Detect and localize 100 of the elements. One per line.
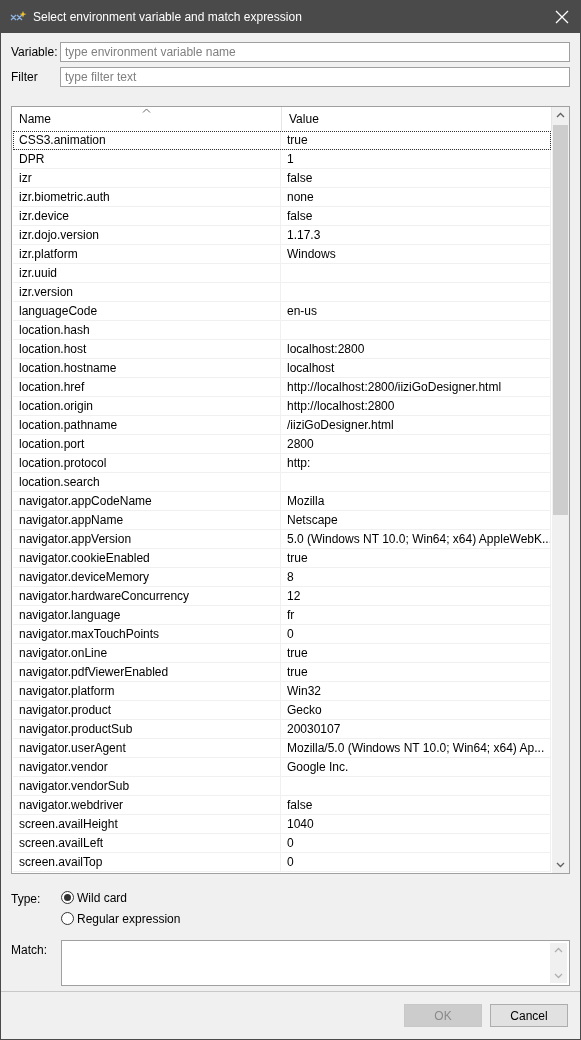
table-cell: izr.dojo.version (13, 226, 281, 245)
table-row[interactable]: navigator.platform Win32 (13, 682, 551, 701)
table-cell: screen.availLeft (13, 834, 281, 853)
table-cell: DPR (13, 150, 281, 169)
table-row[interactable]: izr.device false (13, 207, 551, 226)
table-row[interactable]: navigator.vendorSub (13, 777, 551, 796)
window-title: Select environment variable and match expression (33, 10, 303, 24)
radio-label[interactable]: Regular expression (77, 911, 181, 926)
table-cell: izr.version (13, 283, 281, 302)
table-cell: Windows (281, 245, 551, 264)
table-cell: true (281, 663, 551, 682)
table-row[interactable]: screen.availTop 0 (13, 853, 551, 872)
table-cell: location.pathname (13, 416, 281, 435)
filter-input[interactable]: type filter text (60, 67, 570, 87)
variable-input[interactable]: type environment variable name (60, 42, 570, 62)
table-row[interactable]: navigator.pdfViewerEnabled true (13, 663, 551, 682)
table-row[interactable]: navigator.productSub 20030107 (13, 720, 551, 739)
table-row[interactable]: location.search (13, 473, 551, 492)
table-cell: 20030107 (281, 720, 551, 739)
table-cell: Mozilla (281, 492, 551, 511)
table-cell: en-us (281, 302, 551, 321)
table-cell: location.host (13, 340, 281, 359)
scroll-up-icon[interactable] (556, 112, 565, 118)
table-cell: fr (281, 606, 551, 625)
table-row[interactable]: navigator.hardwareConcurrency 12 (13, 587, 551, 606)
table-cell: navigator.hardwareConcurrency (13, 587, 281, 606)
table-cell: navigator.pdfViewerEnabled (13, 663, 281, 682)
table-row[interactable]: navigator.cookieEnabled true (13, 549, 551, 568)
table-row[interactable]: location.origin http://localhost:2800 (13, 397, 551, 416)
table-cell: screen.availTop (13, 853, 281, 872)
table-cell: location.origin (13, 397, 281, 416)
table-row[interactable]: location.port 2800 (13, 435, 551, 454)
table-row[interactable]: navigator.maxTouchPoints 0 (13, 625, 551, 644)
table-row[interactable]: languageCode en-us (13, 302, 551, 321)
variable-label: Variable: (11, 45, 59, 59)
table-cell: navigator.appVersion (13, 530, 281, 549)
table-row[interactable]: izr.uuid (13, 264, 551, 283)
scroll-thumb[interactable] (553, 125, 568, 515)
table-cell: Win32 (281, 682, 551, 701)
column-header[interactable]: Name (12, 107, 282, 131)
table-cell: false (281, 796, 551, 815)
radio-label[interactable]: Wild card (77, 890, 127, 905)
scrollbar[interactable] (552, 107, 569, 873)
table-cell: navigator.deviceMemory (13, 568, 281, 587)
table-cell: 1040 (281, 815, 551, 834)
table-row[interactable]: navigator.webdriver false (13, 796, 551, 815)
radio-button[interactable] (61, 912, 74, 925)
close-icon[interactable] (555, 10, 569, 24)
table-row[interactable]: izr.biometric.auth none (13, 188, 551, 207)
table-row[interactable]: location.host localhost:2800 (13, 340, 551, 359)
table-row[interactable]: location.protocol http: (13, 454, 551, 473)
table-cell: navigator.userAgent (13, 739, 281, 758)
table-row[interactable]: location.hostname localhost (13, 359, 551, 378)
table-row[interactable]: navigator.onLine true (13, 644, 551, 663)
table-row[interactable]: DPR 1 (13, 150, 551, 169)
table-row[interactable]: izr false (13, 169, 551, 188)
table-cell: navigator.appName (13, 511, 281, 530)
table-row[interactable]: CSS3.animation true (13, 131, 551, 150)
table-cell: languageCode (13, 302, 281, 321)
table-row[interactable]: location.hash (13, 321, 551, 340)
table-cell: http://localhost:2800 (281, 397, 551, 416)
table-row[interactable]: izr.dojo.version 1.17.3 (13, 226, 551, 245)
table-cell: false (281, 169, 551, 188)
table-cell: navigator.cookieEnabled (13, 549, 281, 568)
type-label: Type: (11, 891, 42, 908)
table-row[interactable]: izr.platform Windows (13, 245, 551, 264)
table-cell: navigator.product (13, 701, 281, 720)
table-cell: izr.uuid (13, 264, 281, 283)
table-row[interactable]: navigator.appName Netscape (13, 511, 551, 530)
table-row[interactable]: navigator.userAgent Mozilla/5.0 (Windows NT 10.0; Win64; x64) Ap... (13, 739, 551, 758)
table-cell: Mozilla/5.0 (Windows NT 10.0; Win64; x64) Ap... (281, 739, 551, 758)
table-row[interactable]: location.pathname /iiziGoDesigner.html (13, 416, 551, 435)
table-cell: Gecko (281, 701, 551, 720)
table-row[interactable]: navigator.vendor Google Inc. (13, 758, 551, 777)
filter-label: Filter (11, 70, 39, 84)
table-cell: location.search (13, 473, 281, 492)
scroll-down-icon[interactable] (556, 862, 565, 868)
table-cell: http://localhost:2800/iiziGoDesigner.html (281, 378, 551, 397)
table-cell: Netscape (281, 511, 551, 530)
table-cell: navigator.webdriver (13, 796, 281, 815)
table-cell: navigator.language (13, 606, 281, 625)
table-row[interactable]: location.href http://localhost:2800/iiziGoDesigner.html (13, 378, 551, 397)
table-cell: izr.platform (13, 245, 281, 264)
table-row[interactable]: navigator.language fr (13, 606, 551, 625)
table-row[interactable]: navigator.product Gecko (13, 701, 551, 720)
table-row[interactable]: screen.availLeft 0 (13, 834, 551, 853)
table-cell: izr (13, 169, 281, 188)
table-row[interactable]: navigator.appVersion 5.0 (Windows NT 10.0; Win64; x64) AppleWebK... (13, 530, 551, 549)
table-cell: /iiziGoDesigner.html (281, 416, 551, 435)
table-cell: navigator.productSub (13, 720, 281, 739)
table-cell: izr.device (13, 207, 281, 226)
table-cell: true (281, 549, 551, 568)
table-cell: 5.0 (Windows NT 10.0; Win64; x64) AppleWebK... (281, 530, 551, 549)
dialog-button[interactable]: Cancel (490, 1004, 568, 1027)
radio-button[interactable] (61, 891, 74, 904)
table-row[interactable]: izr.version (13, 283, 551, 302)
table-row[interactable]: navigator.deviceMemory 8 (13, 568, 551, 587)
table-row[interactable]: screen.availHeight 1040 (13, 815, 551, 834)
table-cell: location.port (13, 435, 281, 454)
table-row[interactable]: navigator.appCodeName Mozilla (13, 492, 551, 511)
